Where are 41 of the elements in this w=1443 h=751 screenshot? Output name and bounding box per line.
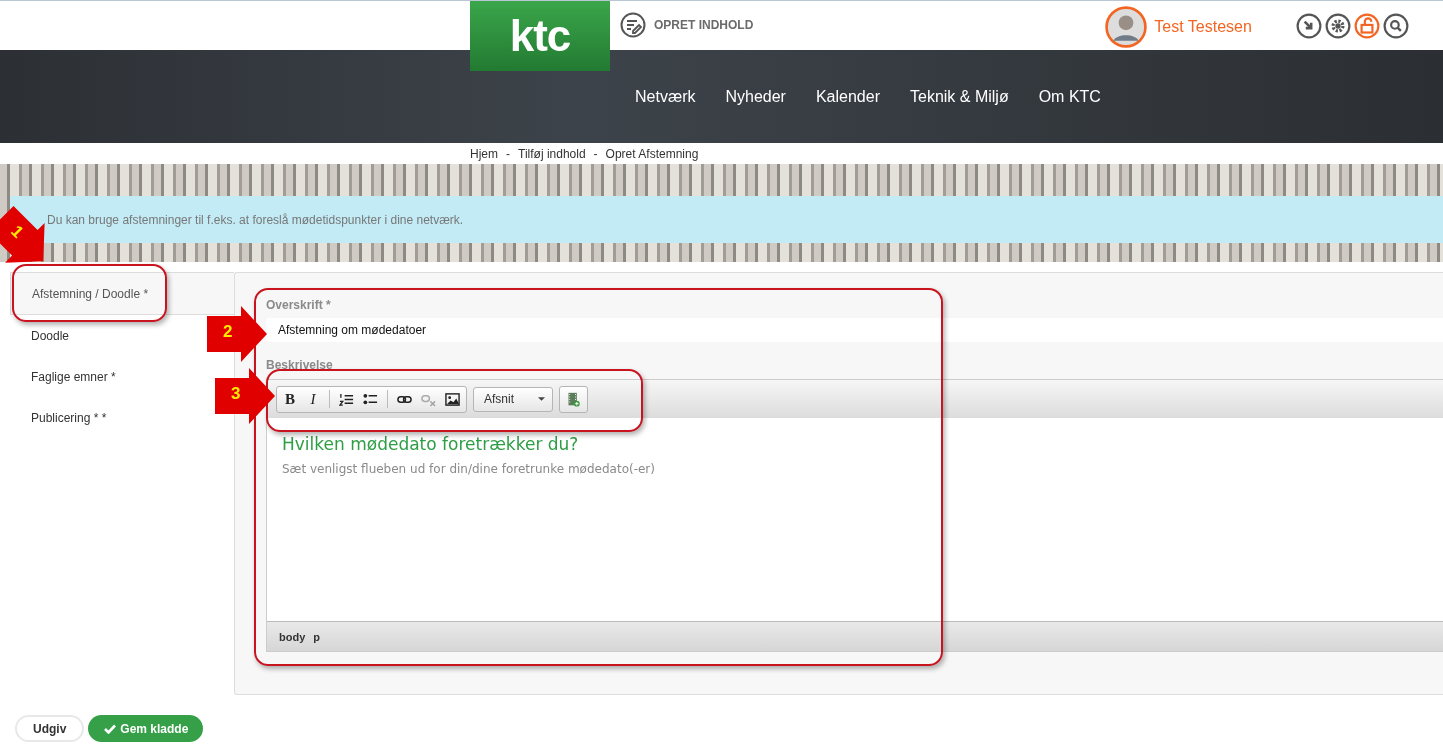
format-dropdown[interactable]: Afsnit: [473, 386, 553, 412]
create-content-link[interactable]: OPRET INDHOLD: [620, 12, 754, 38]
element-path-link[interactable]: p: [313, 630, 320, 643]
breadcrumb-link[interactable]: Hjem: [470, 146, 498, 161]
annotation-number: 2: [223, 322, 233, 342]
site-logo[interactable]: ktc: [470, 1, 610, 71]
lock-icon[interactable]: [1353, 13, 1380, 39]
element-path-link[interactable]: body: [279, 630, 306, 643]
nav-link[interactable]: Teknik & Miljø: [910, 87, 1009, 106]
form-tab[interactable]: Afstemning / Doodle *: [10, 272, 234, 315]
annotation-number: 3: [231, 384, 241, 404]
field-label: Beskrivelse: [266, 358, 334, 372]
form-tab[interactable]: Doodle: [10, 315, 80, 356]
avatar[interactable]: [1105, 6, 1148, 48]
bold-button[interactable]: B: [283, 390, 297, 408]
field-label: Overskrift *: [266, 298, 332, 312]
nav-link[interactable]: Om KTC: [1038, 87, 1101, 106]
search-icon[interactable]: [1382, 13, 1409, 39]
nav-link[interactable]: Nyheder: [725, 87, 786, 106]
content-heading: Hvilken mødedato foretrækker du?: [282, 434, 580, 454]
image-icon[interactable]: [445, 391, 460, 407]
title-input[interactable]: Afstemning om mødedatoer: [266, 318, 1443, 342]
breadcrumb-separator: -: [506, 146, 510, 161]
publish-button[interactable]: Udgiv: [15, 715, 85, 742]
numbered-list-icon[interactable]: [339, 391, 354, 407]
breadcrumb-link[interactable]: Opret Afstemning: [605, 146, 699, 161]
film-add-icon[interactable]: [566, 391, 581, 407]
form-tab[interactable]: Faglige emner *: [10, 356, 126, 397]
nav-link[interactable]: Netværk: [635, 87, 696, 106]
breadcrumb-link[interactable]: Tilføj indhold: [518, 146, 586, 161]
checkmark-icon: [104, 723, 117, 734]
italic-button[interactable]: I: [306, 390, 320, 408]
caret-icon: [538, 397, 545, 401]
nav-link[interactable]: Kalender: [815, 87, 880, 106]
content-paragraph: Sæt venligst flueben ud for din/dine foretrunke mødedato(-er): [282, 462, 656, 476]
edit-icon: [620, 12, 646, 38]
breadcrumb-separator: -: [593, 146, 598, 161]
form-tab[interactable]: Publicering * *: [10, 397, 117, 438]
arrow-down-icon[interactable]: [1295, 13, 1322, 39]
annotation-number: 1: [6, 221, 28, 243]
bullet-list-icon[interactable]: [363, 391, 378, 407]
